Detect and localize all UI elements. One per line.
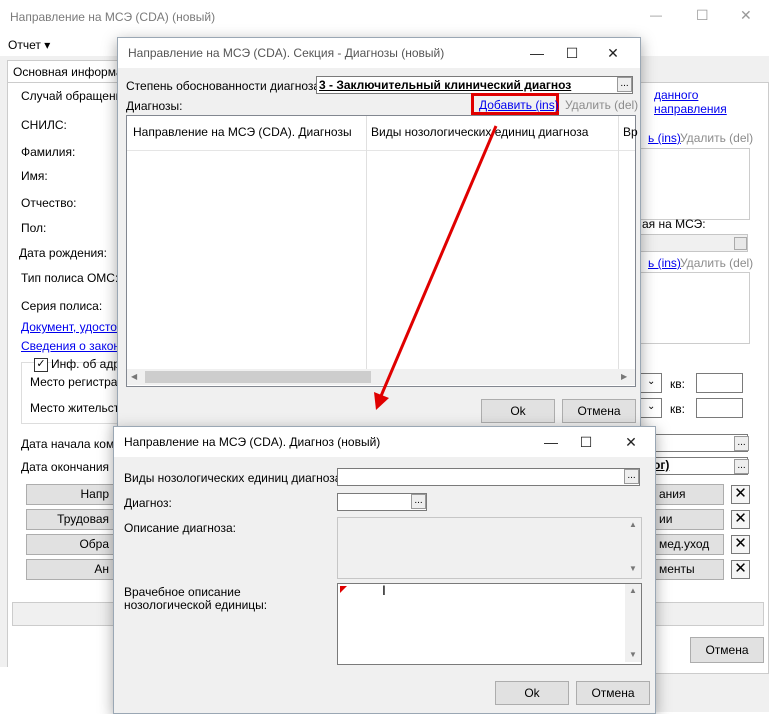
annotation-arrow — [374, 125, 498, 410]
